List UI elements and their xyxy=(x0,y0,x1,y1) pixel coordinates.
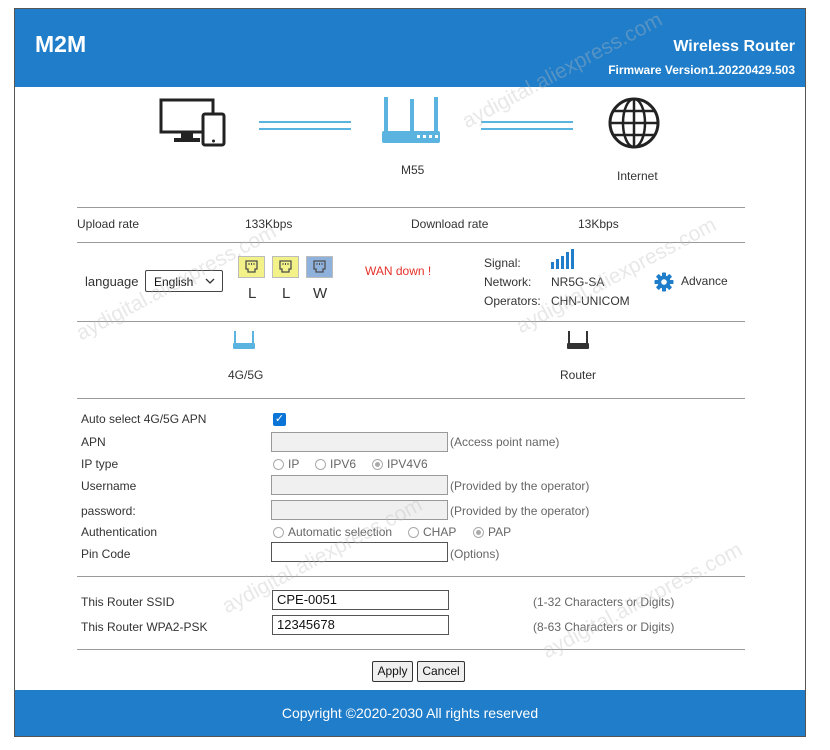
auth-auto-radio-label: Automatic selection xyxy=(288,525,393,539)
auth-auto-radio[interactable] xyxy=(273,527,284,538)
auth-chap-radio[interactable] xyxy=(408,527,419,538)
language-select[interactable]: English xyxy=(145,270,223,292)
footer-bar: Copyright ©2020-2030 All rights reserved xyxy=(15,690,805,736)
computer-tablet-icon xyxy=(159,98,227,153)
port-label: W xyxy=(313,285,328,302)
divider xyxy=(77,207,745,208)
apn-label: APN xyxy=(81,435,106,449)
port-label: L xyxy=(282,285,291,302)
divider xyxy=(77,242,745,243)
psk-label: This Router WPA2-PSK xyxy=(81,620,208,634)
download-rate-label: Download rate xyxy=(411,217,489,231)
pin-code-input[interactable] xyxy=(271,542,448,562)
ipv4v6-radio-label: IPV4V6 xyxy=(387,457,428,471)
lan-port-icon xyxy=(238,256,265,278)
divider xyxy=(77,398,745,399)
firmware-version: Firmware Version1.20220429.503 xyxy=(608,63,795,77)
divider xyxy=(77,576,745,577)
gear-icon xyxy=(654,272,674,297)
ip-radio[interactable] xyxy=(273,459,284,470)
operators-label: Operators: xyxy=(484,294,541,308)
router-blue-icon xyxy=(232,330,256,355)
pin-code-label: Pin Code xyxy=(81,547,131,561)
ipv6-radio[interactable] xyxy=(315,459,326,470)
wan-port-icon xyxy=(306,256,333,278)
tab-router-label: Router xyxy=(560,368,597,382)
ssid-label: This Router SSID xyxy=(81,595,175,609)
username-label: Username xyxy=(81,479,137,493)
ip-radio-label: IP xyxy=(288,457,300,471)
password-hint: (Provided by the operator) xyxy=(450,504,590,518)
signal-bars-icon xyxy=(550,248,578,275)
auth-pap-radio-label: PAP xyxy=(488,525,512,539)
lan-port-icon xyxy=(272,256,299,278)
divider xyxy=(77,321,745,322)
check-icon: ✓ xyxy=(274,413,285,425)
upload-rate-value: 133Kbps xyxy=(245,217,293,231)
ssid-input[interactable]: CPE-0051 xyxy=(272,590,449,610)
upload-rate-label: Upload rate xyxy=(77,217,140,231)
apn-input[interactable] xyxy=(271,432,448,452)
copyright-text: Copyright ©2020-2030 All rights reserved xyxy=(281,705,539,721)
download-rate-value: 13Kbps xyxy=(578,217,619,231)
tab-4g5g-label: 4G/5G xyxy=(228,368,264,382)
router-black-icon xyxy=(566,330,590,355)
signal-label: Signal: xyxy=(484,256,521,270)
language-select-value: English xyxy=(154,275,194,289)
divider xyxy=(77,649,745,650)
pin-code-hint: (Options) xyxy=(450,547,500,561)
ipv6-radio-label: IPV6 xyxy=(330,457,357,471)
product-title: Wireless Router xyxy=(673,38,795,55)
internet-label: Internet xyxy=(617,169,658,183)
auto-apn-checkbox[interactable]: ✓ xyxy=(273,413,286,426)
header-bar: M2M Wireless Router Firmware Version1.20… xyxy=(15,9,805,87)
brand-logo: M2M xyxy=(35,31,87,57)
username-input[interactable] xyxy=(271,475,448,495)
language-label: language xyxy=(85,274,139,289)
auth-chap-radio-label: CHAP xyxy=(423,525,457,539)
auto-apn-label: Auto select 4G/5G APN xyxy=(81,412,207,426)
port-label: L xyxy=(248,285,257,302)
cancel-button[interactable]: Cancel xyxy=(417,661,465,682)
advance-label: Advance xyxy=(681,274,728,288)
auth-pap-radio[interactable] xyxy=(473,527,484,538)
ipv4v6-radio[interactable] xyxy=(372,459,383,470)
psk-input[interactable]: 12345678 xyxy=(272,615,449,635)
psk-hint: (8-63 Characters or Digits) xyxy=(533,620,675,634)
network-value: NR5G-SA xyxy=(551,275,605,289)
authentication-label: Authentication xyxy=(81,525,158,539)
globe-icon xyxy=(607,96,661,155)
chevron-down-icon xyxy=(205,271,215,298)
router-icon xyxy=(381,95,441,152)
apply-button[interactable]: Apply xyxy=(372,661,413,682)
router-admin-panel: M2M Wireless Router Firmware Version1.20… xyxy=(14,8,806,737)
device-label: M55 xyxy=(401,163,425,177)
wan-status: WAN down ! xyxy=(365,264,432,278)
link-line-left xyxy=(259,121,351,130)
link-line-right xyxy=(481,121,573,130)
network-label: Network: xyxy=(484,275,532,289)
operators-value: CHN-UNICOM xyxy=(551,294,630,308)
ip-type-label: IP type xyxy=(81,457,119,471)
username-hint: (Provided by the operator) xyxy=(450,479,590,493)
password-label: password: xyxy=(81,504,136,518)
password-input[interactable] xyxy=(271,500,448,520)
ssid-hint: (1-32 Characters or Digits) xyxy=(533,595,675,609)
apn-hint: (Access point name) xyxy=(450,435,560,449)
